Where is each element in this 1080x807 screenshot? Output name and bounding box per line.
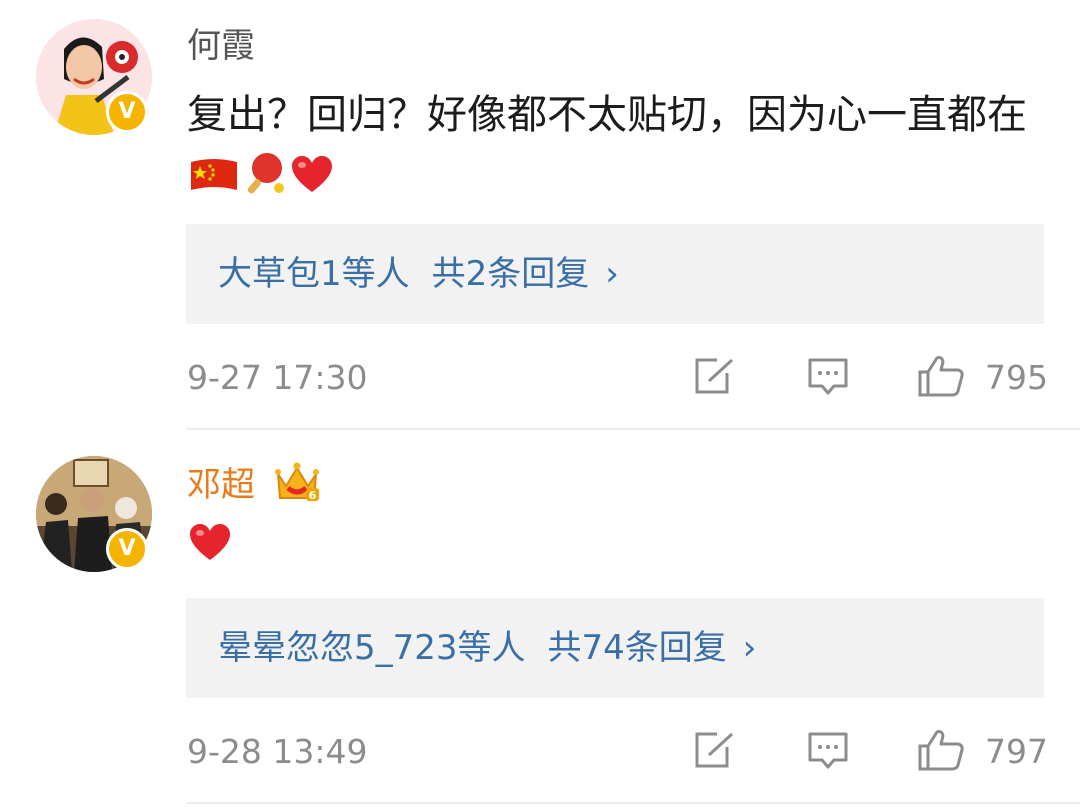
ping-pong-icon [241, 150, 289, 216]
reply-count: 共74条回复 [547, 628, 727, 668]
chevron-right-icon: › [605, 254, 619, 294]
reply-summary-text: 大草包1等人 共2条回复 › [218, 252, 619, 296]
red-heart-icon [187, 518, 233, 584]
thumbs-up-icon [918, 730, 964, 771]
divider [186, 802, 1080, 804]
share-icon [695, 732, 734, 768]
red-heart-icon [289, 150, 335, 216]
comment-text: 复出？回归？好像都不太贴切，因为心一直都在 [187, 82, 1057, 216]
reply-names: 大草包1等人 [218, 254, 410, 294]
reply-names: 晕晕忽忽5_723等人 [218, 628, 526, 668]
comment-text [187, 516, 1057, 584]
verified-badge: V [106, 528, 148, 570]
avatar[interactable]: V [36, 19, 152, 135]
username[interactable]: 邓超 6 [187, 460, 320, 513]
chevron-right-icon: › [742, 628, 757, 668]
timestamp: 9-28 13:49 [187, 732, 368, 771]
reply-summary-text: 晕晕忽忽5_723等人 共74条回复 › [218, 626, 756, 670]
share-button[interactable] [693, 357, 735, 399]
china-flag-icon [187, 150, 241, 216]
username[interactable]: 何霞 [187, 26, 255, 66]
comment-icon [808, 732, 848, 769]
like-button[interactable] [917, 728, 965, 776]
like-count: 797 [985, 732, 1048, 771]
comment-item: V 何霞 复出？回归？好像都不太贴切，因为心一直都在 大草包1等人 共2条回复 › … [0, 0, 1080, 430]
svg-text:6: 6 [308, 489, 316, 502]
crown-member-icon: 6 [274, 460, 320, 513]
share-button[interactable] [693, 731, 735, 773]
reply-summary[interactable]: 晕晕忽忽5_723等人 共74条回复 › [186, 598, 1044, 698]
reply-summary[interactable]: 大草包1等人 共2条回复 › [186, 224, 1044, 324]
reply-count: 共2条回复 [431, 254, 590, 294]
share-icon [695, 358, 734, 394]
comment-button[interactable] [807, 731, 849, 775]
comment-body: 复出？回归？好像都不太贴切，因为心一直都在 [187, 92, 1027, 138]
verified-badge: V [106, 91, 148, 133]
avatar[interactable]: V [36, 456, 152, 572]
comment-icon [808, 358, 848, 395]
like-button[interactable] [917, 354, 965, 402]
timestamp: 9-27 17:30 [187, 358, 368, 397]
comment-item: V 邓超 6 晕晕忽忽5_723等人 共74条回复 › 9-28 13:49 797 [0, 430, 1080, 807]
username-text: 邓超 [187, 465, 255, 505]
comment-button[interactable] [807, 357, 849, 401]
like-count: 795 [985, 358, 1048, 397]
thumbs-up-icon [918, 356, 964, 397]
